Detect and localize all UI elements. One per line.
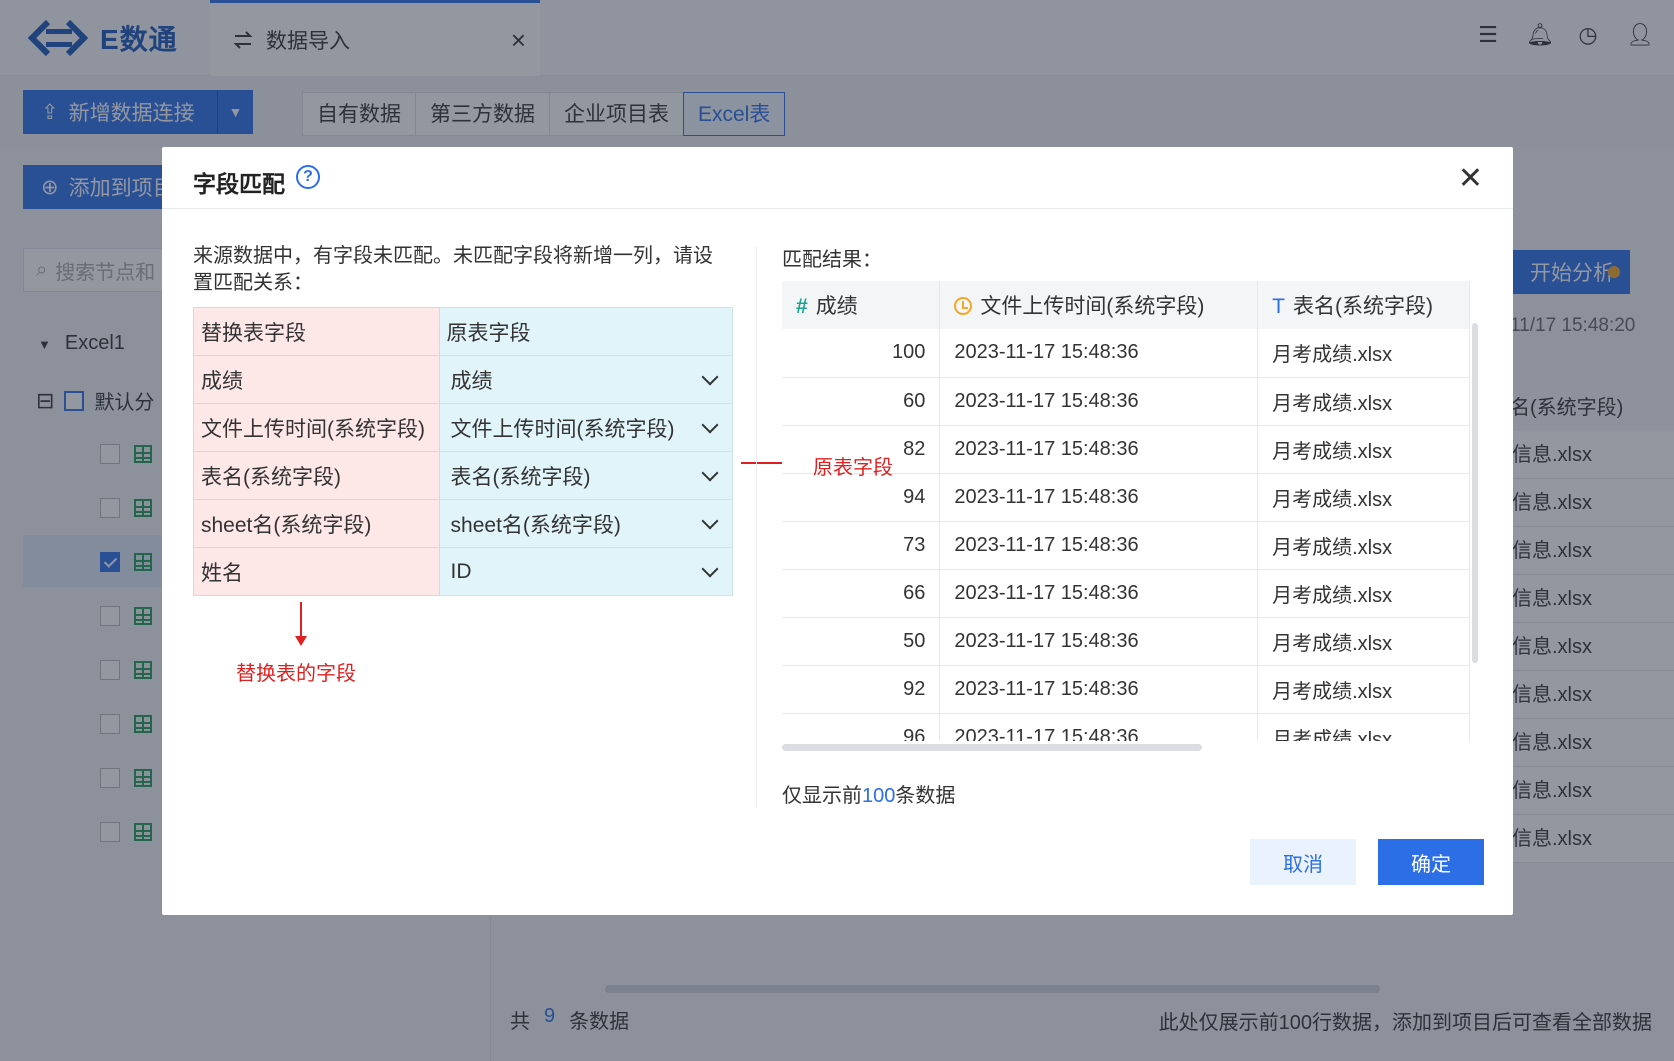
- cell-name: 月考成绩.xlsx: [1257, 377, 1470, 426]
- cell-name: 月考成绩.xlsx: [1257, 521, 1470, 570]
- table-row: 92 2023-11-17 15:48:36 月考成绩.xlsx: [782, 665, 1470, 714]
- cell-score: 92: [782, 665, 941, 714]
- cancel-button[interactable]: 取消: [1250, 839, 1356, 885]
- col-upload-time: 文件上传时间(系统字段): [939, 281, 1259, 329]
- number-type-icon: #: [796, 295, 808, 318]
- annotation-original-field: 原表字段: [813, 457, 893, 479]
- original-field-select[interactable]: 文件上传时间(系统字段): [438, 403, 734, 452]
- cell-name: 月考成绩.xlsx: [1257, 617, 1470, 666]
- original-field-value: 文件上传时间(系统字段): [450, 417, 675, 441]
- table-row: 50 2023-11-17 15:48:36 月考成绩.xlsx: [782, 617, 1470, 666]
- original-field-value: sheet名(系统字段): [450, 513, 621, 537]
- dialog-header: 字段匹配 ? ✕: [162, 147, 1513, 209]
- dialog-description: 来源数据中，有字段未匹配。未匹配字段将新增一列，请设置匹配关系：: [193, 245, 713, 294]
- annotation-arrow-down: [300, 602, 302, 640]
- cell-time: 2023-11-17 15:48:36: [939, 377, 1259, 426]
- col-score-label: 成绩: [815, 295, 858, 318]
- table-row: 66 2023-11-17 15:48:36 月考成绩.xlsx: [782, 569, 1470, 618]
- field-mapping-table: 替换表字段 原表字段 成绩 成绩 文件上传时间(系统字段) 文件上传时间(系统字…: [193, 307, 734, 596]
- original-field-value: 成绩: [450, 369, 493, 393]
- limit-note: 仅显示前100条数据: [782, 779, 955, 808]
- cell-score: 100: [782, 329, 941, 378]
- cell-time: 2023-11-17 15:48:36: [939, 473, 1259, 522]
- header-original-field: 原表字段: [438, 307, 734, 356]
- limit-prefix: 仅显示前: [782, 785, 862, 807]
- table-row: 96 2023-11-17 15:48:36 月考成绩.xlsx: [782, 713, 1470, 741]
- original-field-select[interactable]: sheet名(系统字段): [438, 499, 734, 548]
- help-icon[interactable]: ?: [296, 165, 320, 189]
- original-field-value: ID: [450, 559, 472, 583]
- result-table: # 成绩 文件上传时间(系统字段) T 表名(系统字段) 100 2023-11-17…: [782, 281, 1470, 741]
- replace-field-name: 成绩: [193, 355, 440, 404]
- vertical-scrollbar[interactable]: [1472, 323, 1478, 663]
- mapping-header-row: 替换表字段 原表字段: [193, 307, 734, 356]
- result-table-container: # 成绩 文件上传时间(系统字段) T 表名(系统字段) 100 2023-11-17…: [782, 281, 1470, 741]
- clock-icon: [954, 297, 973, 315]
- cell-score: 96: [782, 713, 941, 741]
- header-replace-field: 替换表字段: [193, 307, 440, 356]
- mapping-row: sheet名(系统字段) sheet名(系统字段): [193, 499, 734, 548]
- cell-name: 月考成绩.xlsx: [1257, 473, 1470, 522]
- cell-name: 月考成绩.xlsx: [1257, 665, 1470, 714]
- dialog-divider: [756, 247, 757, 807]
- mapping-row: 成绩 成绩: [193, 355, 734, 404]
- horizontal-scrollbar[interactable]: [782, 744, 1202, 751]
- table-row: 100 2023-11-17 15:48:36 月考成绩.xlsx: [782, 329, 1470, 378]
- cell-score: 66: [782, 569, 941, 618]
- cell-score: 50: [782, 617, 941, 666]
- cell-score: 60: [782, 377, 941, 426]
- replace-field-name: sheet名(系统字段): [193, 499, 440, 548]
- cell-time: 2023-11-17 15:48:36: [939, 425, 1259, 474]
- original-field-select[interactable]: 表名(系统字段): [438, 451, 734, 500]
- col-score: # 成绩: [782, 281, 941, 329]
- col-upload-time-label: 文件上传时间(系统字段): [980, 295, 1205, 318]
- cell-score: 73: [782, 521, 941, 570]
- original-field-select[interactable]: ID: [438, 547, 734, 596]
- replace-field-name: 姓名: [193, 547, 440, 596]
- cell-time: 2023-11-17 15:48:36: [939, 569, 1259, 618]
- cell-time: 2023-11-17 15:48:36: [939, 329, 1259, 378]
- mapping-row: 表名(系统字段) 表名(系统字段): [193, 451, 734, 500]
- text-type-icon: T: [1272, 295, 1285, 318]
- table-row: 73 2023-11-17 15:48:36 月考成绩.xlsx: [782, 521, 1470, 570]
- original-field-select[interactable]: 成绩: [438, 355, 734, 404]
- replace-field-name: 表名(系统字段): [193, 451, 440, 500]
- col-table-name: T 表名(系统字段): [1257, 281, 1470, 329]
- chevron-down-icon: [701, 512, 719, 530]
- field-match-dialog: 字段匹配 ? ✕ 来源数据中，有字段未匹配。未匹配字段将新增一列，请设置匹配关系…: [162, 147, 1513, 915]
- cell-name: 月考成绩.xlsx: [1257, 569, 1470, 618]
- cell-score: 94: [782, 473, 941, 522]
- col-table-name-label: 表名(系统字段): [1292, 295, 1433, 318]
- cell-time: 2023-11-17 15:48:36: [939, 665, 1259, 714]
- annotation-arrowhead-down: [295, 636, 307, 646]
- cell-name: 月考成绩.xlsx: [1257, 425, 1470, 474]
- annotation-replace-field: 替换表的字段: [236, 663, 356, 685]
- chevron-down-icon: [701, 464, 719, 482]
- table-row: 60 2023-11-17 15:48:36 月考成绩.xlsx: [782, 377, 1470, 426]
- header-original-field-label: 原表字段: [446, 321, 531, 345]
- cell-time: 2023-11-17 15:48:36: [939, 713, 1259, 741]
- confirm-button[interactable]: 确定: [1378, 839, 1484, 885]
- cell-time: 2023-11-17 15:48:36: [939, 617, 1259, 666]
- table-row: 94 2023-11-17 15:48:36 月考成绩.xlsx: [782, 473, 1470, 522]
- mapping-row: 姓名 ID: [193, 547, 734, 596]
- result-header-row: # 成绩 文件上传时间(系统字段) T 表名(系统字段): [782, 281, 1470, 329]
- replace-field-name: 文件上传时间(系统字段): [193, 403, 440, 452]
- result-label: 匹配结果：: [782, 249, 882, 271]
- cell-name: 月考成绩.xlsx: [1257, 329, 1470, 378]
- original-field-value: 表名(系统字段): [450, 465, 591, 489]
- cell-time: 2023-11-17 15:48:36: [939, 521, 1259, 570]
- limit-count: 100: [862, 785, 896, 807]
- chevron-down-icon: [701, 416, 719, 434]
- close-icon[interactable]: ✕: [1458, 161, 1483, 196]
- chevron-down-icon: [701, 560, 719, 578]
- cell-name: 月考成绩.xlsx: [1257, 713, 1470, 741]
- chevron-down-icon: [701, 368, 719, 386]
- limit-suffix: 条数据: [895, 785, 956, 807]
- dialog-title: 字段匹配: [193, 171, 285, 197]
- mapping-row: 文件上传时间(系统字段) 文件上传时间(系统字段): [193, 403, 734, 452]
